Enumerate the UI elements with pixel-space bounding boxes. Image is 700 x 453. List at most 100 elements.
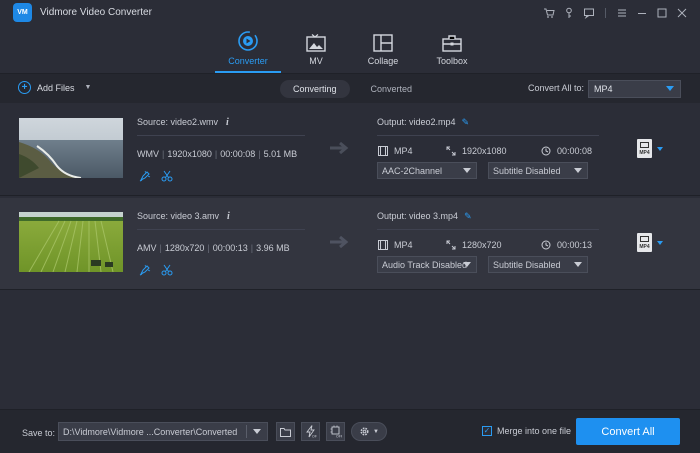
edit-icon[interactable] (139, 264, 151, 276)
window-controls (539, 4, 692, 22)
output-resolution-value: 1920x1080 (462, 146, 507, 156)
audio-track-select[interactable]: AAC-2Channel (377, 162, 477, 179)
output-path-value: D:\Vidmore\Vidmore ...Converter\Converte… (63, 426, 238, 437)
audio-track-select[interactable]: Audio Track Disabled (377, 256, 477, 273)
settings-button[interactable]: ▼ (351, 422, 387, 441)
add-files-label: Add Files (37, 82, 75, 93)
status-segments: Converting Converted (280, 80, 425, 98)
pen-icon[interactable]: ✎ (462, 117, 470, 127)
output-duration-value: 00:00:13 (557, 240, 593, 250)
toolbox-icon (442, 35, 462, 52)
hardware-accel-button[interactable]: OFF (301, 422, 320, 441)
file-row: Source: video 3.amv i AMV | 1280x720 | 00:0… (0, 198, 700, 290)
chevron-down-icon[interactable] (253, 429, 261, 434)
chevron-down-icon[interactable] (657, 241, 663, 245)
menu-icon[interactable] (612, 4, 632, 22)
subtitle-select[interactable]: Subtitle Disabled (488, 256, 588, 273)
output-format-value: MP4 (394, 240, 413, 250)
open-folder-button[interactable] (276, 422, 295, 441)
pen-icon[interactable]: ✎ (464, 211, 472, 221)
collage-icon (373, 34, 393, 52)
tab-converting[interactable]: Converting (280, 80, 350, 98)
resize-icon (446, 240, 456, 250)
clock-icon (541, 146, 551, 156)
video-thumbnail[interactable] (19, 118, 123, 178)
clock-icon (541, 240, 551, 250)
source-format: AMV (137, 243, 157, 253)
gear-icon (360, 427, 369, 436)
cart-icon[interactable] (539, 4, 559, 22)
maximize-icon[interactable] (652, 4, 672, 22)
tab-converter[interactable]: Converter (215, 28, 281, 73)
arrow-right-icon (330, 142, 349, 154)
subtitle-select[interactable]: Subtitle Disabled (488, 162, 588, 179)
tab-collage[interactable]: Collage (350, 28, 416, 72)
convert-all-format-select[interactable]: MP4 (588, 80, 681, 98)
source-resolution: 1920x1080 (167, 149, 212, 159)
toolbar: + Add Files ▼ Converting Converted Conve… (0, 73, 700, 103)
key-icon[interactable] (559, 4, 579, 22)
output-duration: 00:00:13 (541, 240, 592, 250)
minimize-icon[interactable] (632, 4, 652, 22)
chevron-down-icon (463, 168, 471, 173)
output-format-icon[interactable]: MP4 (637, 233, 652, 252)
file-row: Source: video2.wmv i WMV | 1920x1080 | 00:0… (0, 104, 700, 196)
main-tabs: Converter MV Collage Toolbox (0, 28, 700, 73)
chevron-down-icon: ▼ (373, 428, 379, 435)
lightning-off-icon: OFF (305, 425, 317, 438)
chevron-down-icon (574, 168, 582, 173)
merge-checkbox[interactable]: ✓ (482, 426, 492, 436)
add-files-button[interactable]: + Add Files ▼ (18, 81, 91, 94)
output-resolution-value: 1280x720 (462, 240, 502, 250)
gpu-accel-button[interactable]: OFF (326, 422, 345, 441)
close-icon[interactable] (672, 4, 692, 22)
mv-icon (306, 34, 326, 52)
source-filename: Source: video2.wmv i (137, 117, 229, 128)
tab-toolbox[interactable]: Toolbox (419, 28, 485, 72)
output-format-icon[interactable]: MP4 (637, 139, 652, 158)
save-to-label: Save to: (22, 428, 56, 438)
source-format: WMV (137, 149, 159, 159)
merge-label: Merge into one file (497, 426, 572, 436)
video-thumbnail[interactable] (19, 212, 123, 272)
cut-icon[interactable] (161, 264, 173, 276)
cut-icon[interactable] (161, 170, 173, 182)
chevron-down-icon[interactable]: ▼ (85, 84, 92, 91)
output-format: MP4 (378, 240, 413, 250)
source-size: 3.96 MB (256, 243, 290, 253)
output-format-value: MP4 (394, 146, 413, 156)
source-label: Source: video 3.amv (137, 211, 220, 221)
divider (377, 229, 599, 230)
chevron-down-icon[interactable] (657, 147, 663, 151)
chevron-down-icon (463, 262, 471, 267)
tab-converted[interactable]: Converted (358, 80, 426, 98)
arrow-right-icon (330, 236, 349, 248)
output-label: Output: video2.mp4 (377, 117, 456, 127)
chip-off-icon: OFF (330, 425, 342, 438)
output-format: MP4 (378, 146, 413, 156)
converter-icon (238, 31, 258, 51)
chat-icon[interactable] (579, 4, 599, 22)
plus-icon: + (18, 81, 31, 94)
audio-track-value: Audio Track Disabled (382, 259, 468, 270)
output-duration: 00:00:08 (541, 146, 592, 156)
output-path-select[interactable]: D:\Vidmore\Vidmore ...Converter\Converte… (58, 422, 268, 441)
divider (137, 229, 305, 230)
output-duration-value: 00:00:08 (557, 146, 593, 156)
title-bar: VM Vidmore Video Converter (0, 0, 700, 26)
output-filename: Output: video2.mp4 ✎ (377, 117, 469, 128)
convert-all-button[interactable]: Convert All (576, 418, 680, 445)
merge-option[interactable]: ✓ Merge into one file (482, 426, 571, 436)
divider (377, 135, 599, 136)
divider (605, 8, 606, 18)
subtitle-value: Subtitle Disabled (493, 165, 561, 176)
info-icon[interactable]: i (227, 211, 230, 222)
source-filename: Source: video 3.amv i (137, 211, 230, 222)
film-icon (378, 146, 388, 156)
edit-icon[interactable] (139, 170, 151, 182)
divider (137, 135, 305, 136)
info-icon[interactable]: i (226, 117, 229, 128)
tab-mv[interactable]: MV (283, 28, 349, 72)
subtitle-value: Subtitle Disabled (493, 259, 561, 270)
output-resolution: 1280x720 (446, 240, 502, 250)
